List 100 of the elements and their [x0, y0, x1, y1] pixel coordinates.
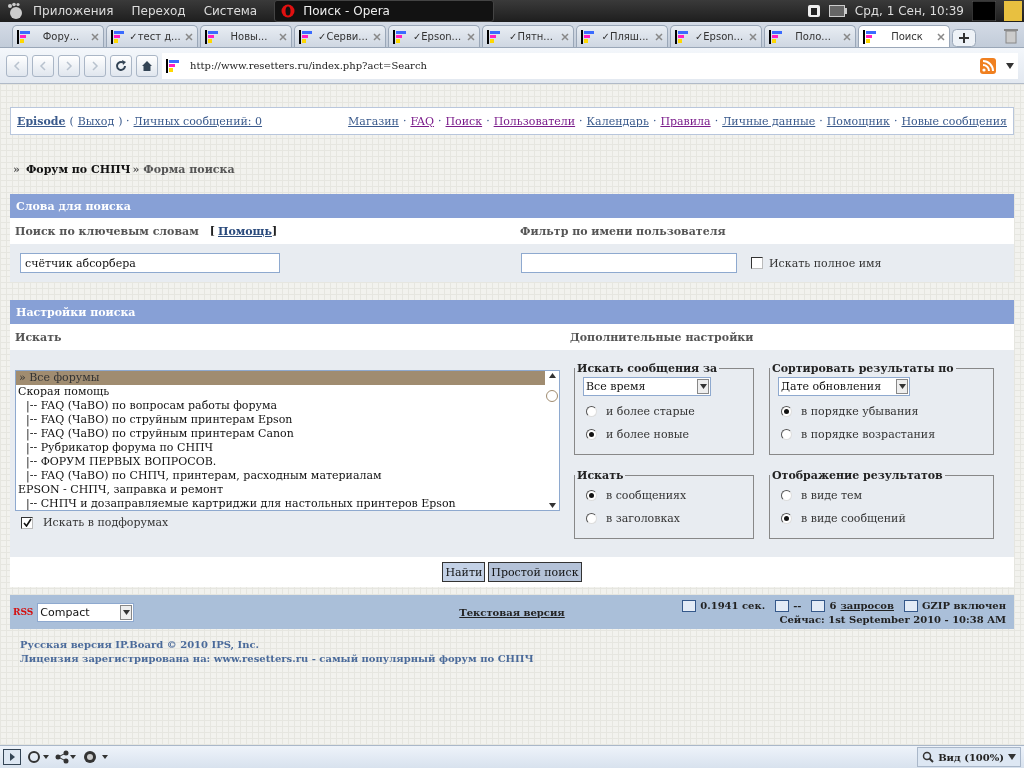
browser-tab[interactable]: ✓Epson... — [670, 25, 762, 47]
username-field[interactable] — [521, 253, 737, 273]
close-icon[interactable] — [91, 32, 99, 41]
opera-icon — [281, 4, 296, 18]
browser-tab[interactable]: Поло... — [764, 25, 856, 47]
forum-option[interactable]: EPSON - СНПЧ, заправка и ремонт — [16, 483, 545, 497]
nav-link[interactable]: Помощник — [826, 114, 890, 128]
logout-link[interactable]: Выход — [77, 114, 115, 128]
checkbox[interactable] — [21, 516, 33, 529]
close-icon[interactable] — [279, 32, 287, 41]
breadcrumb-link[interactable]: Форум по СНПЧ — [25, 162, 131, 176]
separator: · — [438, 114, 442, 128]
battery-icon[interactable] — [828, 5, 847, 17]
radio-button[interactable] — [781, 429, 792, 440]
site-icon — [111, 29, 125, 44]
breadcrumb-current: » Форма поиска — [132, 162, 235, 176]
bracket: ] — [272, 224, 278, 238]
browser-tab[interactable]: ✓Серви... — [294, 25, 386, 47]
field-label: Искать — [15, 330, 62, 344]
separator: · — [486, 114, 490, 128]
browser-tab[interactable]: ✓тест д... — [106, 25, 198, 47]
radio-label: в порядке убывания — [801, 405, 919, 418]
queries-link[interactable]: запросов — [840, 600, 894, 611]
panel-toggle-icon[interactable] — [3, 749, 21, 765]
browser-tab[interactable]: Новы... — [200, 25, 292, 47]
nav-link[interactable]: FAQ — [410, 114, 435, 128]
reload-button[interactable] — [110, 54, 132, 77]
zoom-button[interactable]: Вид (100%) — [917, 747, 1021, 767]
form-button[interactable]: Найти — [442, 562, 486, 582]
forum-option[interactable]: |-- Рубрикатор форума по СНПЧ — [16, 441, 545, 455]
nav-link[interactable]: Календарь — [586, 114, 649, 128]
address-field[interactable]: http://www.resetters.ru/index.php?act=Search — [162, 52, 1018, 79]
radio-button[interactable] — [781, 513, 792, 524]
close-icon[interactable] — [561, 32, 569, 41]
rss-label: RSS — [13, 607, 34, 617]
messages-link[interactable]: Личных сообщений: 0 — [133, 114, 263, 128]
nav-link[interactable]: Новые сообщения — [901, 114, 1007, 128]
forum-list[interactable] — [15, 370, 560, 511]
nav-link[interactable]: Личные данные — [722, 114, 816, 128]
separator: · — [652, 114, 657, 128]
forum-option[interactable]: Скорая помощь — [16, 385, 545, 399]
checkbox[interactable] — [751, 257, 763, 269]
browser-tab[interactable]: ✓Пляш... — [576, 25, 668, 47]
browser-tab[interactable]: ✓Epson... — [388, 25, 480, 47]
radio-button[interactable] — [586, 513, 597, 524]
forum-option[interactable]: |-- СНПЧ и дозаправляемые картриджи для настольных принтеров Epson — [16, 497, 545, 510]
home-button[interactable] — [136, 54, 158, 77]
forum-option[interactable]: |-- FAQ (ЧаВО) по вопросам работы форума — [16, 399, 545, 413]
browser-tab[interactable]: Фору... — [12, 25, 104, 47]
clock[interactable]: Срд, 1 Сен, 10:39 — [854, 4, 964, 18]
panel-menu[interactable]: Система — [194, 4, 267, 18]
browser-tab[interactable]: ✓Пятн... — [482, 25, 574, 47]
close-icon[interactable] — [185, 32, 193, 41]
radio-button[interactable] — [781, 490, 792, 501]
separator: · — [402, 114, 407, 128]
radio-label: в виде тем — [801, 489, 863, 502]
radio-button[interactable] — [586, 490, 597, 501]
panel-menu[interactable]: Переход — [122, 4, 195, 18]
site-icon — [769, 29, 783, 44]
nav-link[interactable]: Магазин — [348, 114, 399, 128]
close-icon[interactable] — [843, 32, 851, 41]
site-icon — [205, 29, 219, 44]
form-button[interactable]: Простой поиск — [488, 562, 582, 582]
close-icon[interactable] — [937, 32, 945, 41]
nav-link[interactable]: Пользователи — [493, 114, 576, 128]
forum-option[interactable]: |-- FAQ (ЧаВО) по струйным принтерам Canon — [16, 427, 545, 441]
user-link[interactable]: Episode — [17, 114, 66, 128]
close-icon[interactable] — [373, 32, 381, 41]
browser-tab[interactable]: Поиск — [858, 25, 950, 47]
close-icon[interactable] — [467, 32, 475, 41]
forum-option[interactable]: |-- ФОРУМ ПЕРВЫХ ВОПРОСОВ. — [16, 455, 545, 469]
forum-option[interactable]: |-- FAQ (ЧаВО) по струйным принтерам Epson — [16, 413, 545, 427]
caret-icon[interactable] — [1006, 62, 1014, 69]
site-icon — [863, 29, 877, 44]
current-time: Сейчас: 1st September 2010 - 10:38 AM — [779, 613, 1006, 625]
radio-button[interactable] — [586, 406, 597, 417]
panel-menu[interactable]: Приложения — [24, 4, 123, 18]
foot-icon[interactable] — [6, 2, 24, 20]
new-tab-icon[interactable] — [952, 29, 976, 47]
text-version-link[interactable]: Текстовая версия — [459, 606, 565, 618]
group-legend: Искать сообщения за — [575, 362, 720, 375]
close-icon[interactable] — [749, 32, 757, 41]
window-button[interactable]: Поиск - Opera — [274, 0, 495, 22]
help-link[interactable]: Помощь — [218, 224, 272, 238]
radio-label: и более старые — [606, 405, 695, 418]
copyright-text: Русская версия IP.Board © 2010 IPS, Inc. — [20, 639, 261, 650]
skin-dropdown[interactable]: Compact — [37, 602, 135, 622]
close-icon[interactable] — [655, 32, 663, 41]
nav-link[interactable]: Поиск — [445, 114, 483, 128]
forum-option[interactable]: » Все форумы — [16, 371, 545, 385]
nav-link[interactable]: Правила — [660, 114, 711, 128]
dropdown[interactable]: Все время — [583, 377, 711, 396]
dropdown[interactable]: Дате обновления — [778, 377, 910, 396]
site-icon — [675, 29, 689, 44]
radio-button[interactable] — [781, 406, 792, 417]
rss-icon[interactable] — [980, 57, 996, 74]
radio-button[interactable] — [586, 429, 597, 440]
group-legend: Сортировать результаты по — [770, 362, 956, 375]
forum-option[interactable]: |-- FAQ (ЧаВО) по СНПЧ, принтерам, расходным материалам — [16, 469, 545, 483]
keyword-field[interactable]: счётчик абсорбера — [20, 253, 280, 273]
